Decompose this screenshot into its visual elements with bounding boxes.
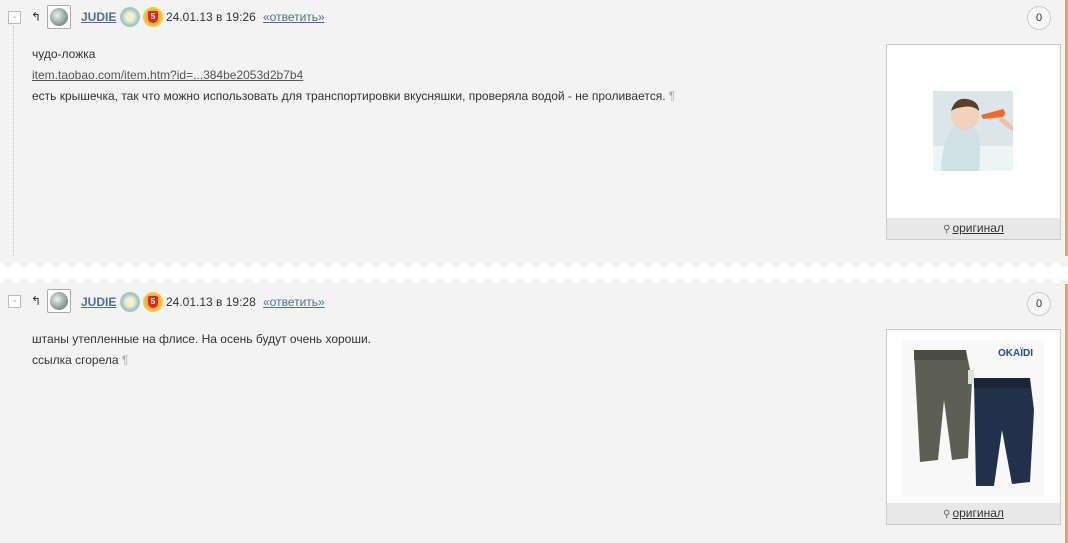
collapse-toggle[interactable]: -: [8, 295, 21, 308]
image-thumbnail[interactable]: OKAÏDI ⚲ оригинал: [886, 329, 1061, 525]
avatar[interactable]: [47, 5, 71, 29]
author-link[interactable]: JUDIE: [81, 295, 116, 309]
reply-arrow-icon[interactable]: ↰: [31, 295, 41, 307]
magnifier-icon: ⚲: [943, 509, 951, 520]
reply-arrow-icon[interactable]: ↰: [31, 11, 41, 23]
original-image-link[interactable]: оригинал: [952, 506, 1003, 520]
pilcrow-icon: ¶: [668, 89, 676, 103]
collapse-toggle[interactable]: -: [8, 11, 21, 24]
comment: - ↰ JUDIE 5 24.01.13 в 19:28 «ответить» …: [0, 284, 1068, 543]
comment-line: есть крышечка, так что можно использоват…: [32, 89, 666, 103]
user-level-badge-icon: [120, 7, 140, 27]
comment-body: штаны утепленные на флисе. На осень буду…: [32, 329, 371, 371]
reply-link[interactable]: «ответить»: [263, 295, 325, 309]
rank-shield-icon: 5: [143, 292, 163, 312]
comment-body: чудо-ложка item.taobao.com/item.htm?id=.…: [32, 44, 675, 107]
author-link[interactable]: JUDIE: [81, 10, 116, 24]
comment-line: чудо-ложка: [32, 47, 96, 61]
brand-logo: OKAÏDI: [998, 348, 1033, 359]
original-link-bar: ⚲ оригинал: [887, 218, 1060, 239]
comment-count-badge[interactable]: 0: [1027, 292, 1051, 316]
original-link-bar: ⚲ оригинал: [887, 503, 1060, 524]
comment-date: 24.01.13 в 19:26: [166, 10, 256, 24]
pants-photo[interactable]: OKAÏDI: [902, 340, 1044, 496]
comment-count-badge[interactable]: 0: [1027, 6, 1051, 30]
thread-line: [13, 26, 14, 262]
image-thumbnail[interactable]: ⚲ оригинал: [886, 44, 1061, 240]
magnifier-icon: ⚲: [943, 224, 951, 235]
baby-spoon-photo[interactable]: [933, 91, 1013, 171]
comment-date: 24.01.13 в 19:28: [166, 295, 256, 309]
avatar[interactable]: [47, 289, 71, 313]
comment: - ↰ JUDIE 5 24.01.13 в 19:26 «ответить» …: [0, 0, 1068, 262]
external-link[interactable]: item.taobao.com/item.htm?id=...384be2053…: [32, 68, 303, 82]
comment-separator: [0, 256, 1068, 286]
user-level-badge-icon: [120, 292, 140, 312]
comment-line: штаны утепленные на флисе. На осень буду…: [32, 332, 372, 346]
comment-line: ссылка сгорела: [32, 353, 119, 367]
reply-link[interactable]: «ответить»: [263, 10, 325, 24]
pilcrow-icon: ¶: [121, 353, 129, 367]
rank-shield-icon: 5: [143, 7, 163, 27]
original-image-link[interactable]: оригинал: [952, 221, 1003, 235]
